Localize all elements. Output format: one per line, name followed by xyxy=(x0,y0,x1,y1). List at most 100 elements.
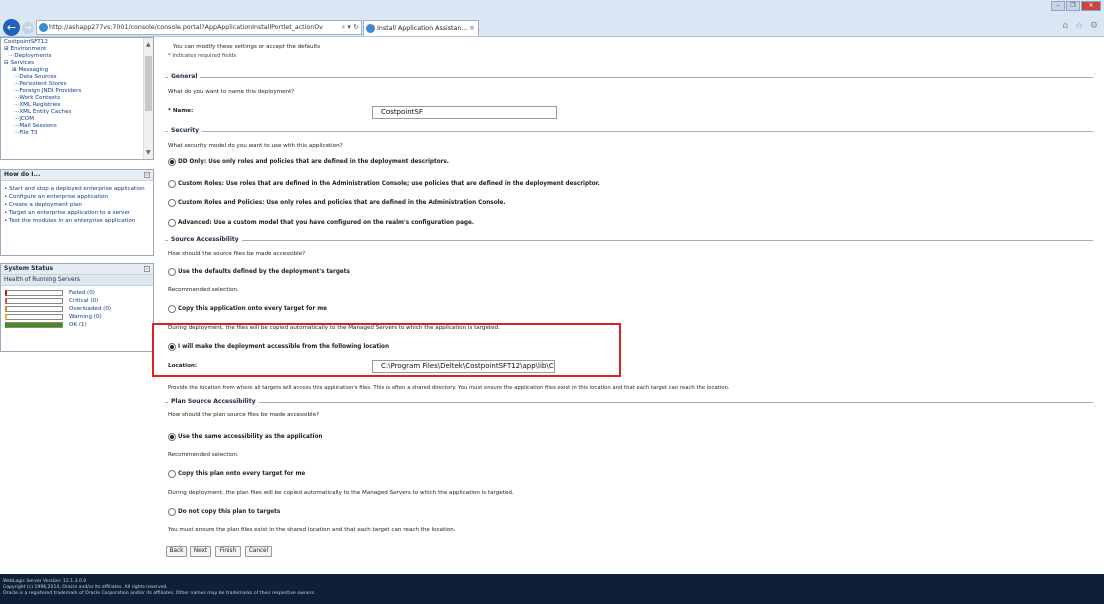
status-bar xyxy=(5,298,63,304)
plan-copy-description: During deployment, the plan files will b… xyxy=(168,490,514,496)
footer-trademark: Oracle is a registered trademark of Orac… xyxy=(3,591,316,596)
how-do-i-list: Start and stop a deployed enterprise app… xyxy=(1,181,153,227)
required-note: * Indicates required fields xyxy=(168,53,237,59)
how-do-i-panel: How do I... – Start and stop a deployed … xyxy=(0,169,154,256)
finish-button[interactable]: Finish xyxy=(215,546,241,557)
minimize-button[interactable]: – xyxy=(1051,1,1065,11)
status-label[interactable]: Critical (0) xyxy=(69,297,98,305)
radio-advanced[interactable]: Advanced: Use a custom model that you ha… xyxy=(168,219,474,227)
intro-text: You can modify these settings or accept … xyxy=(173,44,321,50)
tab-install-application[interactable]: Install Application Assistan... × xyxy=(363,20,479,36)
left-sidebar: CostpointSFT12 ⊞ Environment ···Deployme… xyxy=(0,37,157,574)
section-security: Security xyxy=(165,127,1093,135)
address-text: http://ashapp277vs:7001/console/console.… xyxy=(49,24,323,31)
install-assistant-main: You can modify these settings or accept … xyxy=(157,37,1104,574)
tree-item-services[interactable]: ⊟ Services xyxy=(4,60,34,66)
tree-item-messaging[interactable]: ⊞ Messaging xyxy=(12,67,48,73)
scroll-down-icon[interactable]: ▼ xyxy=(146,149,151,156)
tree-item-foreign-jndi[interactable]: ···Foreign JNDI Providers xyxy=(14,88,81,94)
howdo-link[interactable]: Create a deployment plan xyxy=(4,201,150,209)
howdo-link[interactable]: Configure an enterprise application xyxy=(4,193,150,201)
security-question: What security model do you want to use w… xyxy=(168,143,343,149)
name-label: * Name: xyxy=(168,108,194,114)
status-row-warning: Warning (0) xyxy=(1,313,153,321)
back-icon[interactable]: ← xyxy=(3,19,20,36)
tab-close-icon[interactable]: × xyxy=(469,21,475,36)
radio-custom-roles-policies[interactable]: Custom Roles and Policies: Use only role… xyxy=(168,199,506,207)
radio-same-accessibility[interactable]: Use the same accessibility as the applic… xyxy=(168,433,322,441)
radio-custom-roles[interactable]: Custom Roles: Use roles that are defined… xyxy=(168,180,600,188)
tree-item-work-contexts[interactable]: ···Work Contexts xyxy=(14,95,60,101)
section-rule xyxy=(165,77,1093,78)
domain-structure-tree: CostpointSFT12 ⊞ Environment ···Deployme… xyxy=(0,37,154,160)
tree-item-deployments[interactable]: ···Deployments xyxy=(9,53,51,59)
address-bar[interactable]: http://ashapp277vs:7001/console/console.… xyxy=(36,20,362,35)
tree-item-file-t3[interactable]: ···File T3 xyxy=(14,130,37,136)
plan-question: How should the plan source files be made… xyxy=(168,412,320,418)
restore-button[interactable]: ❐ xyxy=(1066,1,1080,11)
status-bar xyxy=(5,306,63,312)
minimize-panel-icon[interactable]: – xyxy=(144,266,150,272)
radio-copy-application[interactable]: Copy this application onto every target … xyxy=(168,305,327,313)
plan-nocopy-description: You must ensure the plan files exist in … xyxy=(168,527,456,533)
scroll-up-icon[interactable]: ▲ xyxy=(146,41,151,48)
tree-item-xml-registries[interactable]: ···XML Registries xyxy=(14,102,60,108)
name-input[interactable]: CostpointSF xyxy=(372,106,557,119)
back-button[interactable]: Back xyxy=(166,546,187,557)
radio-dd-only[interactable]: DD Only: Use only roles and policies tha… xyxy=(168,158,449,166)
status-label[interactable]: OK (1) xyxy=(69,321,87,329)
page-footer: WebLogic Server Version: 12.1.3.0.0 Copy… xyxy=(0,574,1104,604)
forward-icon[interactable]: → xyxy=(22,22,34,34)
how-do-i-title: How do I... – xyxy=(1,170,153,181)
tree-item-jcom[interactable]: ···jCOM xyxy=(14,116,34,122)
tree-item-persistent-stores[interactable]: ···Persistent Stores xyxy=(14,81,66,87)
status-row-failed: Failed (0) xyxy=(1,289,153,297)
status-label[interactable]: Failed (0) xyxy=(69,289,95,297)
address-controls[interactable]: ⌕ ▾ ↻ xyxy=(339,21,359,34)
status-row-overloaded: Overloaded (0) xyxy=(1,305,153,313)
section-source-accessibility: Source Accessibility xyxy=(165,236,1093,244)
next-button[interactable]: Next xyxy=(190,546,211,557)
browser-tool-icons[interactable]: ⌂ ☆ ⚙ xyxy=(1062,21,1100,31)
section-rule xyxy=(165,131,1093,132)
recommended-text: Recommended selection. xyxy=(168,287,239,293)
tree-item-xml-entity-caches[interactable]: ···XML Entity Caches xyxy=(14,109,71,115)
tree-item-domain[interactable]: CostpointSFT12 xyxy=(4,39,48,45)
status-bar xyxy=(5,314,63,320)
tree-item-mail-sessions[interactable]: ···Mail Sessions xyxy=(14,123,57,129)
section-rule xyxy=(165,402,1093,403)
status-row-critical: Critical (0) xyxy=(1,297,153,305)
section-rule xyxy=(165,240,1093,241)
tree-scrollbar[interactable]: ▲ ▼ xyxy=(143,38,153,159)
howdo-link[interactable]: Target an enterprise application to a se… xyxy=(4,209,150,217)
system-status-title: System Status – xyxy=(1,264,153,275)
plan-recommended-text: Recommended selection. xyxy=(168,452,239,458)
health-rows: Failed (0) Critical (0) Overloaded (0) W… xyxy=(1,286,153,329)
radio-copy-plan[interactable]: Copy this plan onto every target for me xyxy=(168,470,305,478)
cancel-button[interactable]: Cancel xyxy=(245,546,272,557)
tree-item-environment[interactable]: ⊞ Environment xyxy=(4,46,46,52)
section-general: General xyxy=(165,73,1093,81)
radio-do-not-copy-plan[interactable]: Do not copy this plan to targets xyxy=(168,508,280,516)
status-label[interactable]: Overloaded (0) xyxy=(69,305,111,313)
section-title: General xyxy=(168,73,201,81)
system-status-panel: System Status – Health of Running Server… xyxy=(0,263,154,352)
window-titlebar: – ❐ ✕ xyxy=(0,0,1104,17)
section-title: Security xyxy=(168,127,203,135)
scroll-thumb[interactable] xyxy=(145,56,152,111)
close-window-button[interactable]: ✕ xyxy=(1081,1,1101,11)
howdo-link[interactable]: Test the modules in an enterprise applic… xyxy=(4,217,150,225)
minimize-panel-icon[interactable]: – xyxy=(144,172,150,178)
status-bar xyxy=(5,290,63,296)
location-description: Provide the location from where all targ… xyxy=(168,385,730,391)
tree-item-data-sources[interactable]: ···Data Sources xyxy=(14,74,57,80)
howdo-link[interactable]: Start and stop a deployed enterprise app… xyxy=(4,185,150,193)
section-title: Source Accessibility xyxy=(168,236,242,244)
status-label[interactable]: Warning (0) xyxy=(69,313,102,321)
tab-title: Install Application Assistan... xyxy=(377,25,468,32)
status-row-ok: OK (1) xyxy=(1,321,153,329)
window-controls: – ❐ ✕ xyxy=(1051,1,1101,11)
tab-favicon-icon xyxy=(366,24,375,33)
radio-use-defaults[interactable]: Use the defaults defined by the deployme… xyxy=(168,268,350,276)
highlight-annotation-box xyxy=(152,323,621,377)
